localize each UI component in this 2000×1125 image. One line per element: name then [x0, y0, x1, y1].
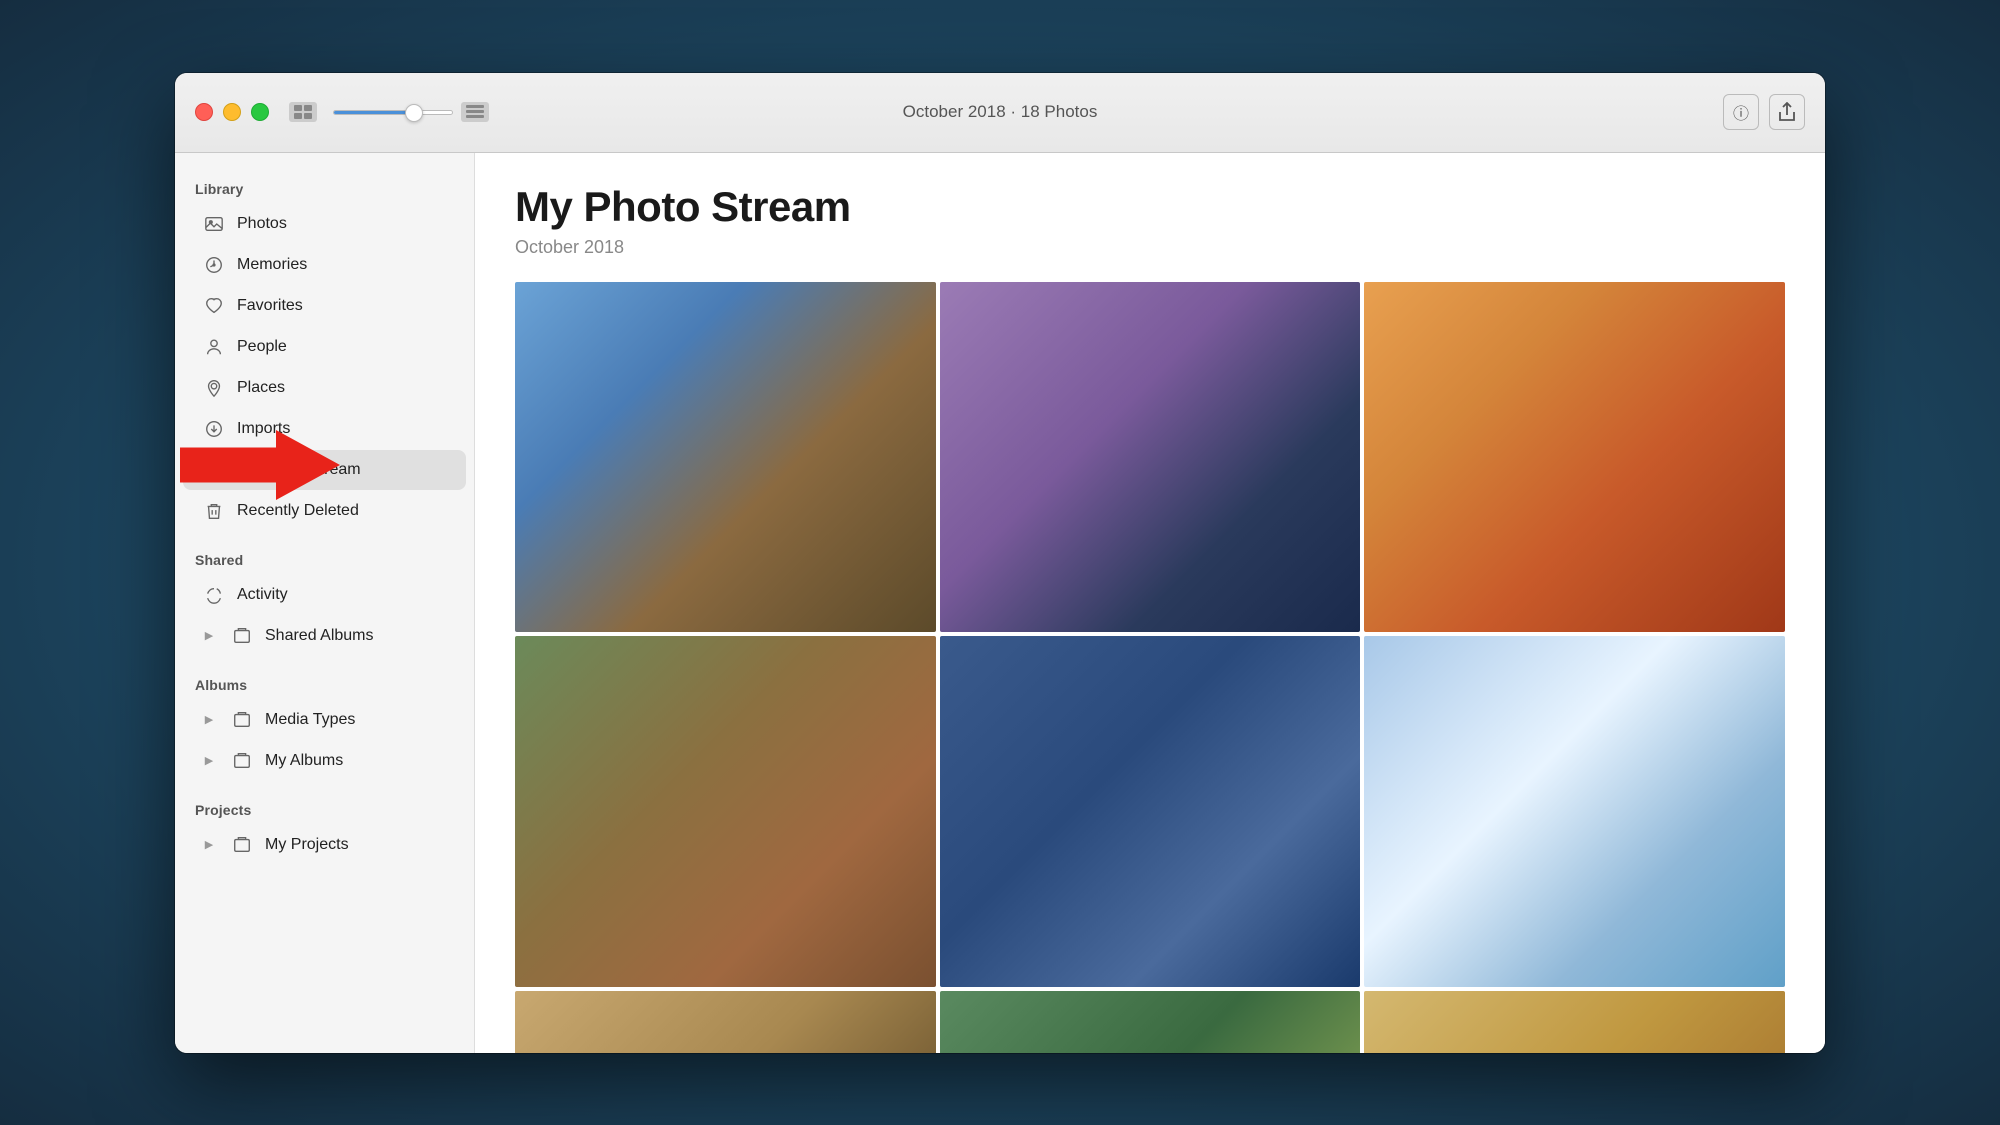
- maximize-button[interactable]: [251, 103, 269, 121]
- memories-label: Memories: [237, 256, 307, 274]
- places-label: Places: [237, 379, 285, 397]
- traffic-lights: [195, 103, 269, 121]
- sidebar-item-shared-albums[interactable]: ▶ Shared Albums: [183, 616, 466, 656]
- app-window: October 2018 · 18 Photos ⓘ: [175, 73, 1825, 1053]
- activity-label: Activity: [237, 586, 288, 604]
- sidebar-item-my-albums[interactable]: ▶ My Albums: [183, 741, 466, 781]
- spacer-1: [175, 532, 474, 544]
- sidebar-item-memories[interactable]: Memories: [183, 245, 466, 285]
- sidebar-item-places[interactable]: Places: [183, 368, 466, 408]
- sidebar-item-people[interactable]: People: [183, 327, 466, 367]
- sidebar-item-favorites[interactable]: Favorites: [183, 286, 466, 326]
- zoom-slider[interactable]: [333, 110, 453, 115]
- titlebar-title: October 2018 · 18 Photos: [903, 102, 1098, 122]
- page-date: October 2018: [515, 237, 1785, 258]
- albums-section-label: Albums: [175, 669, 474, 699]
- share-button[interactable]: [1769, 94, 1805, 130]
- places-icon: [203, 377, 225, 399]
- page-title: My Photo Stream: [515, 183, 1785, 231]
- shared-albums-icon: [231, 625, 253, 647]
- shared-albums-label: Shared Albums: [265, 627, 374, 645]
- spacer-2: [175, 657, 474, 669]
- people-icon: [203, 336, 225, 358]
- photo-item[interactable]: [1364, 991, 1785, 1053]
- photo-item[interactable]: [940, 991, 1361, 1053]
- media-types-chevron: ▶: [203, 714, 215, 726]
- favorites-icon: [203, 295, 225, 317]
- my-albums-chevron: ▶: [203, 755, 215, 767]
- sidebar-item-media-types[interactable]: ▶ Media Types: [183, 700, 466, 740]
- titlebar-controls: [289, 102, 489, 122]
- my-projects-label: My Projects: [265, 836, 349, 854]
- photo-item[interactable]: [940, 282, 1361, 633]
- photo-grid: [515, 282, 1785, 1053]
- red-arrow: [180, 430, 340, 500]
- photos-icon: [203, 213, 225, 235]
- spacer-3: [175, 782, 474, 794]
- main-content: Library Photos: [175, 153, 1825, 1053]
- my-projects-chevron: ▶: [203, 839, 215, 851]
- media-types-icon: [231, 709, 253, 731]
- recently-deleted-label: Recently Deleted: [237, 502, 359, 520]
- photo-item[interactable]: [515, 282, 936, 633]
- photo-item[interactable]: [515, 991, 936, 1053]
- photo-item[interactable]: [1364, 282, 1785, 633]
- minimize-button[interactable]: [223, 103, 241, 121]
- photo-item[interactable]: [515, 636, 936, 987]
- shared-albums-chevron: ▶: [203, 630, 215, 642]
- titlebar: October 2018 · 18 Photos ⓘ: [175, 73, 1825, 153]
- my-albums-label: My Albums: [265, 752, 343, 770]
- my-albums-icon: [231, 750, 253, 772]
- info-button[interactable]: ⓘ: [1723, 94, 1759, 130]
- shared-section-label: Shared: [175, 544, 474, 574]
- media-types-label: Media Types: [265, 711, 355, 729]
- my-projects-icon: [231, 834, 253, 856]
- projects-section-label: Projects: [175, 794, 474, 824]
- memories-icon: [203, 254, 225, 276]
- favorites-label: Favorites: [237, 297, 303, 315]
- desktop-background: October 2018 · 18 Photos ⓘ: [0, 0, 2000, 1125]
- photo-area: My Photo Stream October 2018: [475, 153, 1825, 1053]
- photo-item[interactable]: [940, 636, 1361, 987]
- people-label: People: [237, 338, 287, 356]
- sidebar-item-my-projects[interactable]: ▶ My Projects: [183, 825, 466, 865]
- view-mode-icon[interactable]: [289, 102, 317, 122]
- library-section-label: Library: [175, 173, 474, 203]
- grid-icon[interactable]: [461, 102, 489, 122]
- activity-icon: [203, 584, 225, 606]
- sidebar: Library Photos: [175, 153, 475, 1053]
- sidebar-item-activity[interactable]: Activity: [183, 575, 466, 615]
- titlebar-actions: ⓘ: [1723, 94, 1805, 130]
- recently-deleted-icon: [203, 500, 225, 522]
- close-button[interactable]: [195, 103, 213, 121]
- photos-label: Photos: [237, 215, 287, 233]
- sidebar-item-photos[interactable]: Photos: [183, 204, 466, 244]
- photo-item[interactable]: [1364, 636, 1785, 987]
